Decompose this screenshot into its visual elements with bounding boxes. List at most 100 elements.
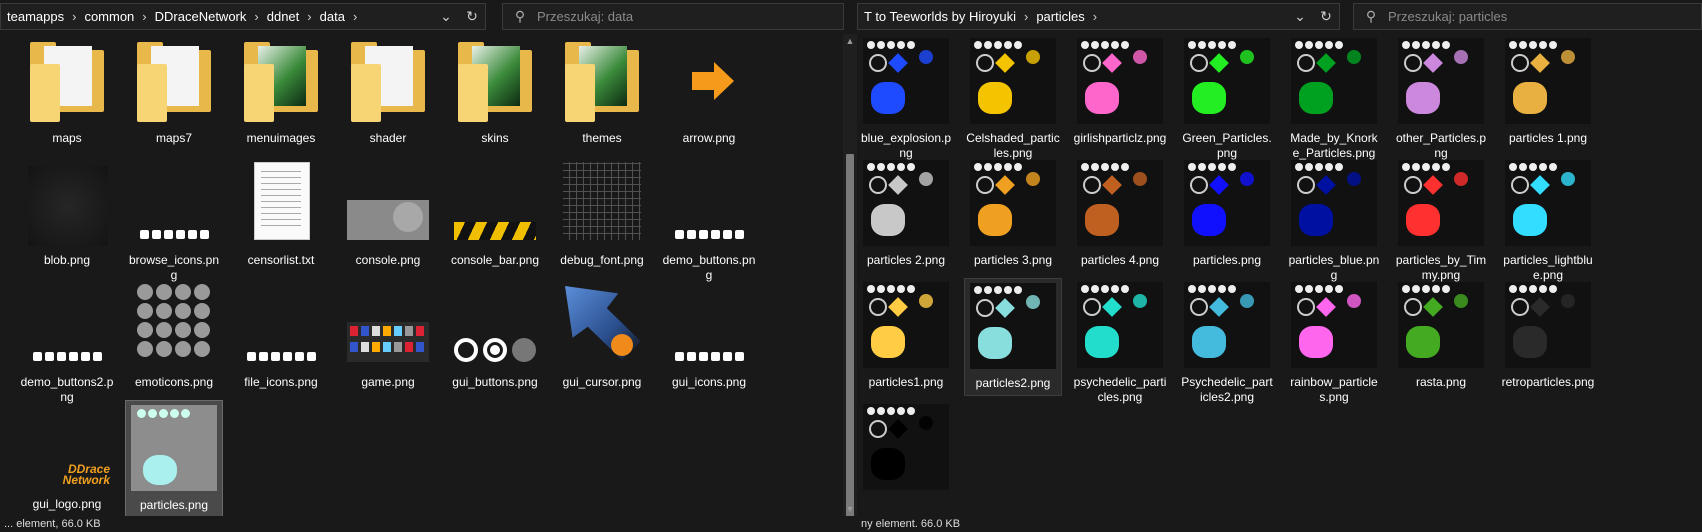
left-file-item[interactable]: gui_icons.png [660, 278, 758, 396]
icon-strip-image-icon [129, 160, 219, 250]
left-file-item[interactable]: browse_icons.png [125, 156, 223, 282]
right-file-item[interactable]: retroparticles.png [1499, 278, 1597, 396]
scroll-thumb[interactable] [846, 154, 854, 526]
right-file-item[interactable]: particles 4.png [1071, 156, 1169, 274]
particle-sheet-image-icon [861, 160, 951, 250]
right-file-item[interactable]: Celshaded_particles.png [964, 34, 1062, 160]
left-breadcrumb-item[interactable]: teamapps [7, 9, 64, 24]
right-file-item[interactable]: rainbow_particles.png [1285, 278, 1383, 404]
file-name-label: shader [369, 131, 407, 145]
left-file-item[interactable]: file_icons.png [232, 278, 330, 396]
chevron-down-icon[interactable]: ⌄ [1287, 4, 1313, 29]
breadcrumb-separator-icon[interactable]: › [353, 9, 357, 24]
right-file-item[interactable]: Made_by_Knorke_Particles.png [1285, 34, 1383, 160]
left-vertical-scrollbar[interactable]: ▲ ▼ [843, 34, 857, 526]
right-file-item[interactable]: psychedelic_particles.png [1071, 278, 1169, 404]
left-search-input[interactable]: Przeszukaj: data [537, 9, 633, 24]
breadcrumb-separator-icon[interactable]: › [254, 9, 258, 24]
folder-icon [22, 38, 112, 128]
left-file-item[interactable]: shader [339, 34, 437, 152]
right-file-item[interactable]: particles_lightblue.png [1499, 156, 1597, 282]
right-file-item[interactable]: Green_Particles.png [1178, 34, 1276, 160]
left-file-item[interactable]: menuimages [232, 34, 330, 152]
file-name-label: skins [481, 131, 509, 145]
breadcrumb-separator-icon[interactable]: › [1093, 9, 1097, 24]
scroll-down-icon[interactable]: ▼ [843, 502, 857, 516]
left-breadcrumb-item[interactable]: ddnet [267, 9, 300, 24]
right-address-bar[interactable]: T to Teeworlds by Hiroyuki › particles › ⌄ … [857, 3, 1340, 30]
right-breadcrumb-item[interactable]: particles [1036, 9, 1084, 24]
right-breadcrumb-item[interactable]: T to Teeworlds by Hiroyuki [864, 9, 1016, 24]
right-search-box[interactable]: ⚲ Przeszukaj: particles [1353, 3, 1702, 30]
left-file-item[interactable]: themes [553, 34, 651, 152]
particle-sheet-image-icon [1396, 160, 1486, 250]
folder-icon [557, 38, 647, 128]
left-file-item[interactable]: emoticons.png [125, 278, 223, 396]
left-file-item[interactable]: console.png [339, 156, 437, 274]
left-file-item[interactable]: particles.png [125, 400, 223, 518]
left-file-item[interactable]: demo_buttons.png [660, 156, 758, 282]
file-name-label: menuimages [246, 131, 316, 145]
particle-sheet-image-icon [1182, 38, 1272, 128]
breadcrumb-separator-icon[interactable]: › [1024, 9, 1028, 24]
left-file-item[interactable]: maps [18, 34, 116, 152]
file-name-label: particles2.png [975, 376, 1051, 390]
right-file-item[interactable]: particles_by_Timmy.png [1392, 156, 1490, 282]
left-file-item[interactable]: demo_buttons2.png [18, 278, 116, 404]
right-file-item[interactable]: particles.png [1178, 156, 1276, 274]
arrow-image-icon [664, 38, 754, 128]
right-file-item[interactable]: particles 2.png [857, 156, 955, 274]
left-file-item[interactable]: skins [446, 34, 544, 152]
folder-icon [236, 38, 326, 128]
right-status-bar: ny element. 66.0 KB [857, 516, 1702, 532]
right-file-item[interactable]: particles2.png [964, 278, 1062, 396]
file-name-label: game.png [361, 375, 415, 389]
right-search-input[interactable]: Przeszukaj: particles [1388, 9, 1507, 24]
left-file-item[interactable]: DDrace Network gui_logo.png [18, 400, 116, 518]
left-file-item[interactable]: blob.png [18, 156, 116, 274]
right-file-item[interactable]: Psychedelic_particles2.png [1178, 278, 1276, 404]
right-file-item[interactable]: rasta.png [1392, 278, 1490, 396]
left-breadcrumb-item[interactable]: data [320, 9, 345, 24]
left-breadcrumb-item[interactable]: DDraceNetwork [155, 9, 247, 24]
chevron-down-icon[interactable]: ⌄ [433, 4, 459, 29]
left-search-box[interactable]: ⚲ Przeszukaj: data [502, 3, 844, 30]
file-name-label: particles 4.png [1080, 253, 1160, 267]
left-file-item[interactable]: gui_buttons.png [446, 278, 544, 396]
right-file-item[interactable]: particles_blue.png [1285, 156, 1383, 282]
right-file-item[interactable]: girlishparticlz.png [1071, 34, 1169, 152]
font-sheet-image-icon [557, 160, 647, 250]
file-name-label: blob.png [43, 253, 91, 267]
file-name-label: gui_cursor.png [562, 375, 642, 389]
scroll-up-icon[interactable]: ▲ [843, 34, 857, 48]
left-file-item[interactable]: game.png [339, 278, 437, 396]
left-file-item[interactable]: arrow.png [660, 34, 758, 152]
breadcrumb-separator-icon[interactable]: › [142, 9, 146, 24]
file-name-label: file_icons.png [244, 375, 318, 389]
gui-buttons-image-icon [450, 282, 540, 372]
icon-strip-image-icon [236, 282, 326, 372]
text-file-icon [236, 160, 326, 250]
refresh-icon[interactable]: ↻ [459, 4, 485, 29]
right-file-item[interactable]: particles 1.png [1499, 34, 1597, 152]
file-name-label: girlishparticlz.png [1073, 131, 1167, 145]
left-file-item[interactable]: censorlist.txt [232, 156, 330, 274]
left-file-item[interactable]: debug_font.png [553, 156, 651, 274]
right-file-item[interactable]: blue_explosion.png [857, 34, 955, 160]
right-file-item[interactable] [857, 400, 955, 518]
particle-sheet-image-icon [1289, 38, 1379, 128]
left-breadcrumb-item[interactable]: common [84, 9, 134, 24]
refresh-icon[interactable]: ↻ [1313, 4, 1339, 29]
particle-sheet-image-icon [968, 38, 1058, 128]
left-address-bar[interactable]: teamapps › common › DDraceNetwork › ddnet › data… [0, 3, 486, 30]
breadcrumb-separator-icon[interactable]: › [307, 9, 311, 24]
left-file-item[interactable]: gui_cursor.png [553, 278, 651, 396]
right-file-item[interactable]: particles 3.png [964, 156, 1062, 274]
left-file-item[interactable]: maps7 [125, 34, 223, 152]
file-name-label: rasta.png [1415, 375, 1467, 389]
left-file-item[interactable]: console_bar.png [446, 156, 544, 274]
breadcrumb-separator-icon[interactable]: › [72, 9, 76, 24]
right-file-item[interactable]: other_Particles.png [1392, 34, 1490, 160]
left-status-bar: ... element, 66.0 KB [0, 516, 857, 532]
right-file-item[interactable]: particles1.png [857, 278, 955, 396]
